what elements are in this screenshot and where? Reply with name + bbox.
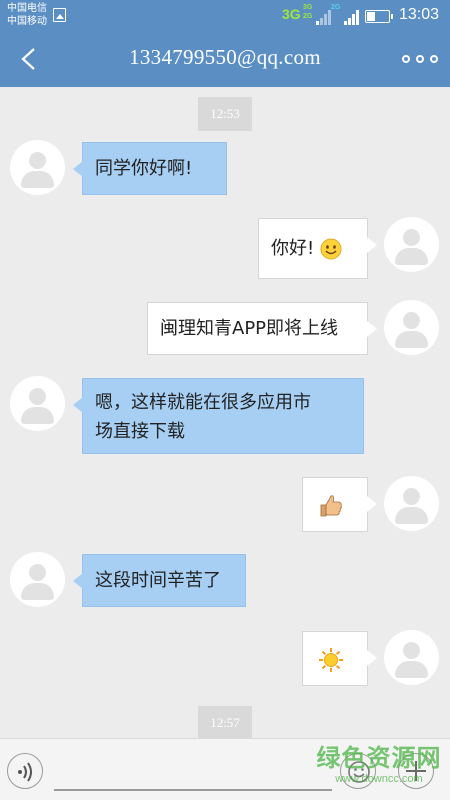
smiley-icon [348, 761, 370, 783]
status-bar: 中国电信 中国移动 3G 3G 2G 2G 13:03 [0, 0, 450, 32]
contact-avatar[interactable] [10, 376, 65, 431]
network-type: 3G [282, 6, 301, 22]
sim2-label: 2G [331, 4, 341, 11]
thumbs-up-icon [320, 495, 342, 517]
voice-icon [18, 762, 32, 782]
message-text: 你好! [271, 238, 315, 259]
message-bubble-outgoing[interactable]: 你好! [258, 218, 377, 279]
message-text-line-1: 嗯，这样就能在很多应用市 [95, 392, 311, 413]
contact-avatar[interactable] [10, 552, 65, 607]
message-bubble-outgoing[interactable]: 闽理知青APP即将上线 [147, 302, 377, 355]
my-avatar[interactable] [384, 630, 439, 685]
carrier-2: 中国移动 [7, 16, 47, 27]
sim1-label-a: 3G [303, 4, 313, 11]
message-bubble-incoming[interactable]: 同学你好啊! [73, 142, 227, 195]
battery-icon [365, 10, 393, 23]
sim1-signal-icon: 3G 2G [303, 3, 333, 27]
message-bubble-outgoing[interactable] [302, 631, 377, 686]
message-text: 同学你好啊! [95, 158, 193, 179]
input-bar [0, 738, 450, 800]
contact-avatar[interactable] [10, 140, 65, 195]
chat-header: 1334799550@qq.com [0, 32, 450, 87]
sim1-label-b: 2G [303, 13, 313, 20]
status-time: 13:03 [399, 6, 440, 23]
sim2-signal-icon: 2G [331, 3, 361, 27]
message-bubble-outgoing[interactable] [302, 477, 377, 532]
carrier-1: 中国电信 [7, 3, 47, 14]
message-bubble-incoming[interactable]: 嗯，这样就能在很多应用市 场直接下载 [73, 378, 364, 454]
my-avatar[interactable] [384, 217, 439, 272]
plus-button[interactable] [398, 753, 434, 789]
timestamp-2: 12:57 [198, 706, 252, 738]
message-text-line-2: 场直接下载 [95, 421, 185, 442]
more-dots-icon[interactable] [402, 53, 438, 65]
my-avatar[interactable] [384, 300, 439, 355]
message-text: 闽理知青APP即将上线 [160, 318, 339, 339]
chat-title: 1334799550@qq.com [129, 45, 321, 69]
timestamp-1: 12:53 [198, 97, 252, 131]
message-input[interactable] [54, 751, 332, 791]
smiley-face-icon [320, 238, 342, 260]
message-bubble-incoming[interactable]: 这段时间辛苦了 [73, 554, 246, 607]
my-avatar[interactable] [384, 476, 439, 531]
carrier-labels: 中国电信 中国移动 [7, 2, 47, 28]
screenshot-notification-icon [53, 8, 66, 22]
emoji-button[interactable] [340, 753, 376, 789]
message-text: 这段时间辛苦了 [95, 570, 221, 591]
sun-icon [319, 648, 343, 672]
voice-button[interactable] [7, 753, 43, 789]
